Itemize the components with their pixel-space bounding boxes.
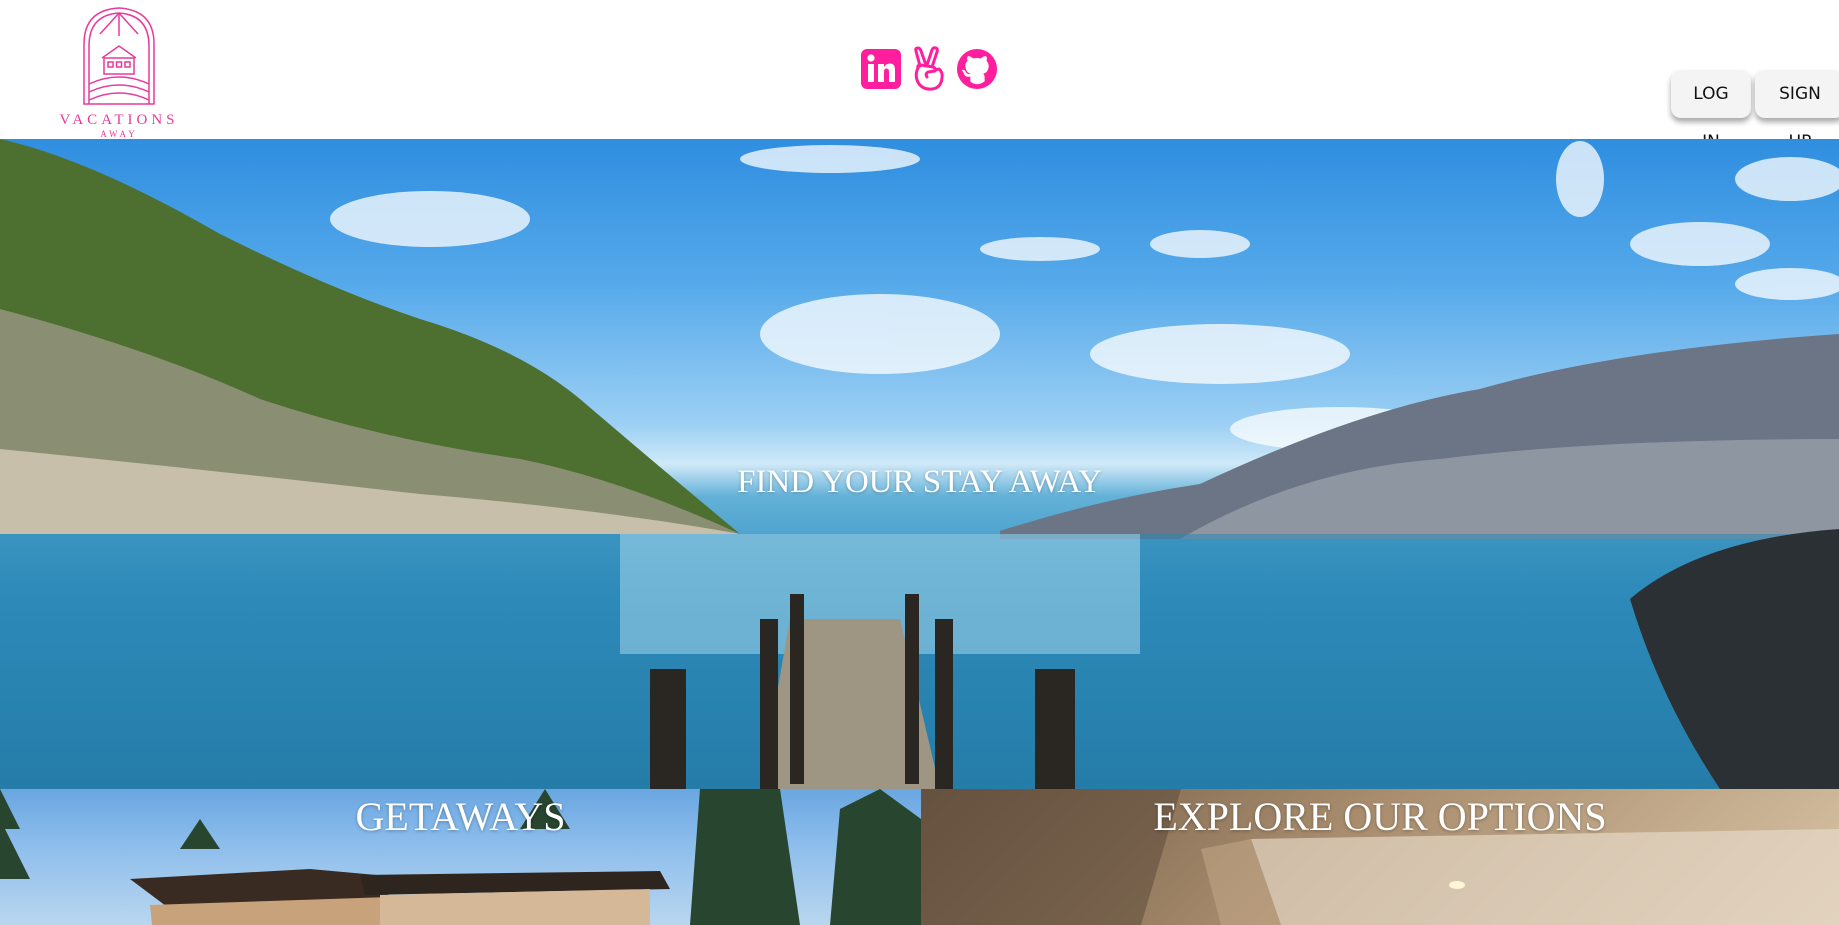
linkedin-icon[interactable] xyxy=(860,46,902,92)
brand-logo[interactable]: VACATIONS AWAY xyxy=(58,6,180,139)
login-button[interactable]: LOG IN xyxy=(1671,70,1751,152)
explore-options-tile[interactable]: EXPLORE OUR OPTIONS xyxy=(921,789,1839,925)
house-arch-icon xyxy=(83,7,155,105)
social-links xyxy=(860,46,998,92)
site-header: VACATIONS AWAY LOG SIGN xyxy=(0,0,1839,152)
brand-tagline: AWAY xyxy=(100,129,138,139)
angellist-icon[interactable] xyxy=(908,46,950,92)
hero-banner: FIND YOUR STAY AWAY xyxy=(0,139,1839,789)
github-icon[interactable] xyxy=(956,46,998,92)
explore-options-title: EXPLORE OUR OPTIONS xyxy=(1153,794,1607,839)
getaways-title: GETAWAYS xyxy=(355,794,566,839)
getaways-tile[interactable]: GETAWAYS xyxy=(0,789,921,925)
hero-title: FIND YOUR STAY AWAY xyxy=(737,464,1102,500)
brand-name: VACATIONS xyxy=(59,112,179,128)
signup-button[interactable]: SIGN UP xyxy=(1755,70,1839,152)
